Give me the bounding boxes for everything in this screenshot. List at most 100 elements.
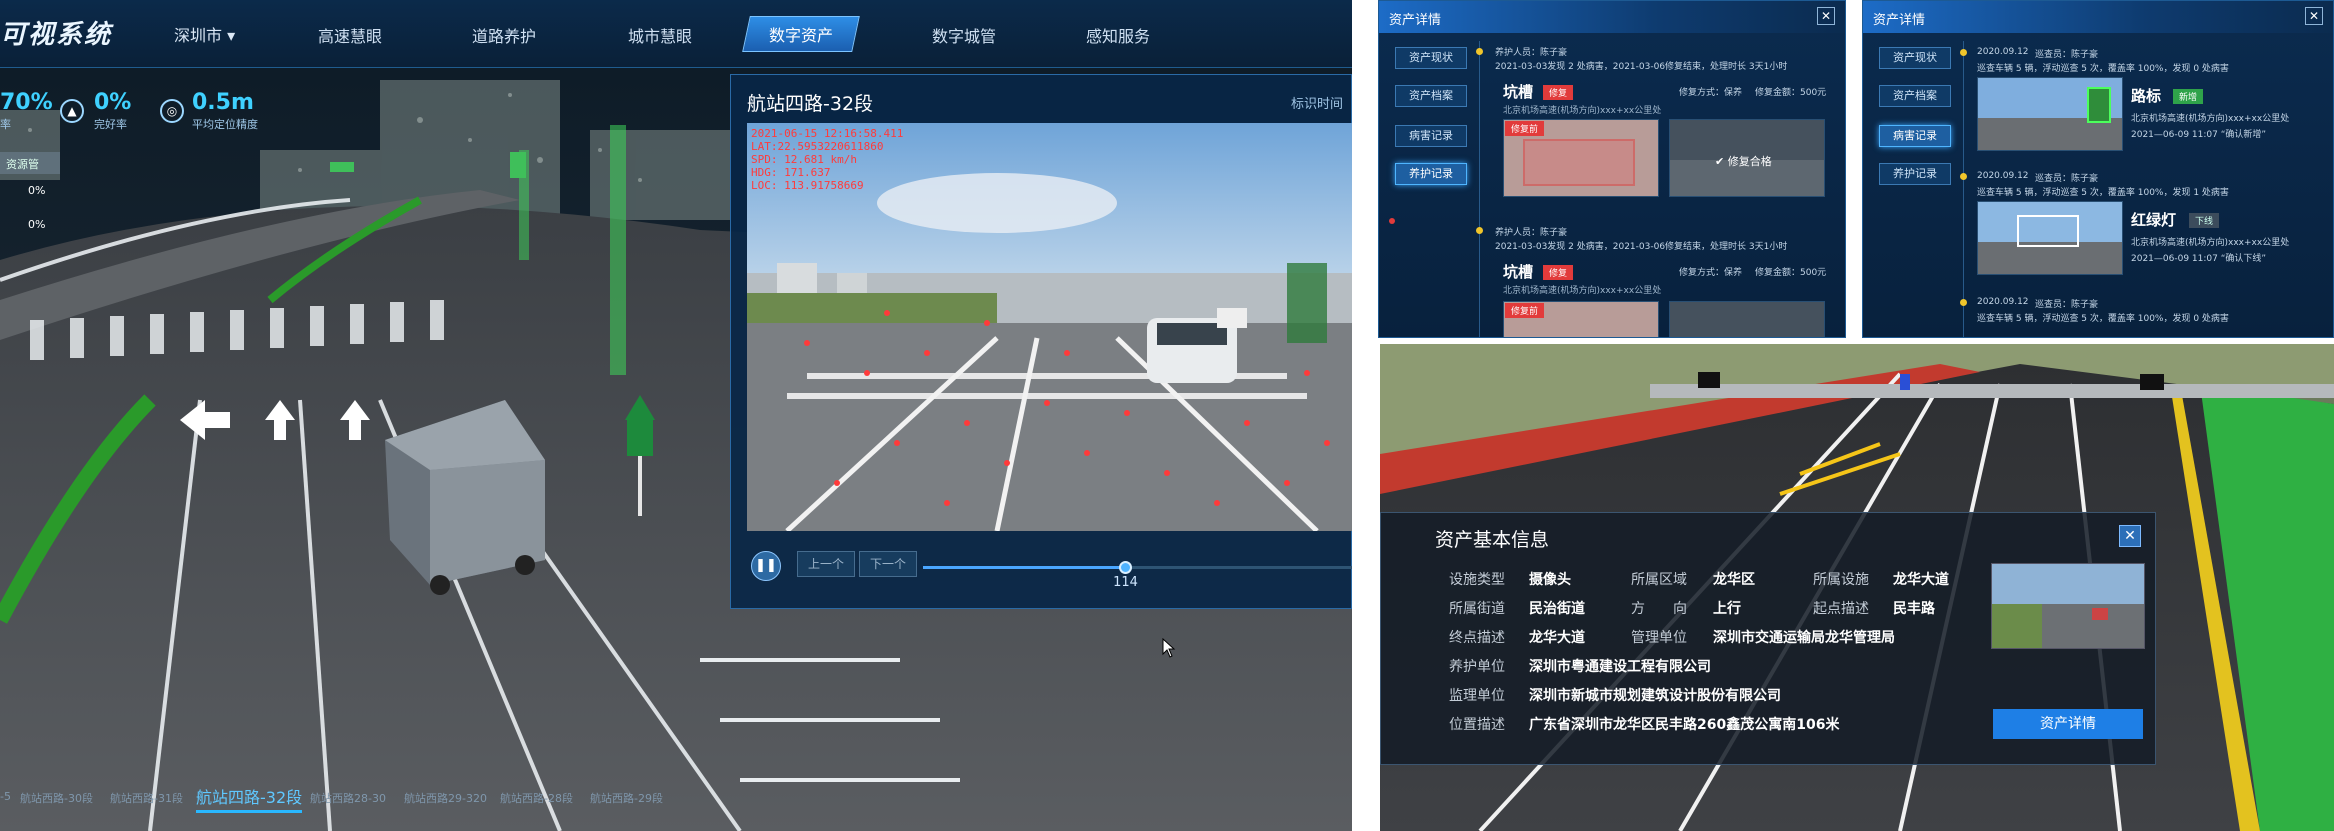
maint-tag: 修复 bbox=[1543, 85, 1574, 100]
repair-qualified: ✔ 修复合格 bbox=[1715, 153, 1772, 169]
asset-photo-traffic-light[interactable] bbox=[1977, 201, 2123, 275]
top-navigation-bar: 可视系统 深圳市 ▾ 高速慧眼 道路养护 城市慧眼 数字资产 数字城管 感知服务 bbox=[0, 0, 1352, 68]
info-label: 监理单位 bbox=[1449, 688, 1505, 704]
info-value: 龙华区 bbox=[1713, 572, 1755, 588]
maint-tag: 修复 bbox=[1543, 265, 1574, 280]
info-value: 龙华大道 bbox=[1893, 572, 1949, 588]
city-selector[interactable]: 深圳市 ▾ bbox=[174, 22, 235, 46]
nav-tab-digital-assets-label: 数字资产 bbox=[769, 26, 834, 45]
next-button[interactable]: 下一个 bbox=[859, 551, 918, 577]
timeline-dot bbox=[1960, 49, 1967, 56]
prev-button[interactable]: 上一个 bbox=[797, 551, 856, 577]
maint-cost: 修复金额：500元 bbox=[1755, 88, 1827, 98]
video-panel: 航站四路-32段 标识时间 2021-06-15 12:16:58.411 LA… bbox=[730, 74, 1352, 609]
maint-type: 坑槽 bbox=[1503, 83, 1534, 101]
mouse-cursor-icon bbox=[1162, 638, 1176, 658]
timeline-item[interactable]: 航站西路-29段 bbox=[590, 790, 663, 806]
tab-maintenance-record[interactable]: 养护记录 bbox=[1395, 163, 1467, 185]
video-title: 航站四路-32段 bbox=[747, 93, 874, 115]
progress-fill bbox=[923, 566, 1126, 569]
overlay-line: 2021-06-15 12:16:58.411 bbox=[751, 127, 904, 140]
overlay-line: LOC: 113.91758669 bbox=[751, 179, 864, 192]
tab-damage-record[interactable]: 病害记录 bbox=[1395, 125, 1467, 147]
nav-tab-highway[interactable]: 高速慧眼 bbox=[318, 23, 382, 47]
timeline-item[interactable]: 航站西路29-320 bbox=[404, 790, 487, 806]
tab-maintenance-record[interactable]: 养护记录 bbox=[1879, 163, 1951, 185]
stat-accuracy-value: 0.5m bbox=[192, 90, 254, 115]
gps-overlay: 2021-06-15 12:16:58.411 LAT:22.595322061… bbox=[751, 127, 903, 192]
timeline-divider bbox=[1479, 41, 1480, 337]
damage-date: 2020.09.12 bbox=[1977, 297, 2029, 307]
maint-person: 养护人员：陈子豪 bbox=[1495, 228, 1568, 238]
info-value: 上行 bbox=[1713, 601, 1741, 617]
asset-detail-button[interactable]: 资产详情 bbox=[1993, 709, 2143, 739]
close-icon[interactable]: ✕ bbox=[1817, 7, 1835, 25]
stat-accuracy-label: 平均定位精度 bbox=[192, 118, 258, 131]
timeline-item[interactable]: 航站西路28-30 bbox=[310, 790, 386, 806]
side-pct-1: 0% bbox=[28, 184, 46, 197]
close-icon[interactable]: ✕ bbox=[2305, 7, 2323, 25]
progress-slider[interactable] bbox=[923, 561, 1352, 574]
video-time-label: 标识时间 bbox=[1290, 97, 1343, 112]
check-icon: ✔ bbox=[1715, 155, 1728, 168]
damage-line: 巡查车辆 5 辆，浮动巡查 5 次，覆盖率 100%，发现 1 处病害 bbox=[1977, 188, 2229, 198]
info-value: 深圳市新城市规划建筑设计股份有限公司 bbox=[1529, 688, 1781, 704]
info-label: 管理单位 bbox=[1631, 630, 1687, 646]
tab-asset-archive[interactable]: 资产档案 bbox=[1395, 85, 1467, 107]
camera-snapshot[interactable] bbox=[1991, 563, 2145, 649]
before-repair-tag: 修复前 bbox=[1505, 303, 1545, 318]
info-value: 深圳市交通运输局龙华管理局 bbox=[1713, 630, 1895, 646]
maint-method: 修复方式：保养 bbox=[1679, 268, 1743, 278]
info-label: 终点描述 bbox=[1449, 630, 1505, 646]
after-repair-photo[interactable] bbox=[1669, 301, 1825, 337]
nav-tab-city-eye[interactable]: 城市慧眼 bbox=[628, 23, 692, 47]
point-cloud-view: 可视系统 深圳市 ▾ 高速慧眼 道路养护 城市慧眼 数字资产 数字城管 感知服务… bbox=[0, 0, 1352, 831]
tab-asset-status[interactable]: 资产现状 bbox=[1395, 47, 1467, 69]
before-repair-tag: 修复前 bbox=[1505, 121, 1545, 136]
panel-header: 资产详情 ✕ bbox=[1863, 1, 2333, 33]
info-label: 所属设施 bbox=[1813, 572, 1869, 588]
asset-detail-panel-damage: 资产详情 ✕ 资产现状 资产档案 病害记录 养护记录 2020.09.12 巡查… bbox=[1862, 0, 2334, 338]
timeline-item[interactable]: 航站西路-30段 bbox=[20, 790, 93, 806]
panel-header: 资产详情 ✕ bbox=[1379, 1, 1845, 33]
tab-asset-status[interactable]: 资产现状 bbox=[1879, 47, 1951, 69]
info-title: 资产基本信息 bbox=[1435, 529, 1550, 551]
timeline-item[interactable]: -5 bbox=[0, 790, 11, 803]
asset-addr: 北京机场高速(机场方向)xxx+xx公里处 bbox=[2131, 114, 2290, 124]
timeline-dot bbox=[1960, 173, 1967, 180]
maint-person: 养护人员：陈子豪 bbox=[1495, 48, 1568, 58]
maint-addr: 北京机场高速(机场方向)xxx+xx公里处 bbox=[1503, 106, 1662, 116]
warning-icon: ▲ bbox=[60, 99, 84, 123]
asset-addr: 北京机场高速(机场方向)xxx+xx公里处 bbox=[2131, 238, 2290, 248]
nav-tab-digital-assets[interactable]: 数字资产 bbox=[742, 16, 860, 52]
damage-line: 巡查车辆 5 辆，浮动巡查 5 次，覆盖率 100%，发现 0 处病害 bbox=[1977, 64, 2229, 74]
info-label: 位置描述 bbox=[1449, 717, 1505, 733]
asset-photo-road-sign[interactable] bbox=[1977, 77, 2123, 151]
asset-name: 路标 bbox=[2131, 87, 2162, 105]
nav-tab-digital-city[interactable]: 数字城管 bbox=[932, 23, 996, 47]
asset-time: 2021—06-09 11:07 “确认新增” bbox=[2131, 130, 2267, 140]
close-icon[interactable]: ✕ bbox=[2119, 525, 2141, 547]
timeline-divider bbox=[1963, 41, 1964, 337]
info-label: 养护单位 bbox=[1449, 659, 1505, 675]
timeline-item[interactable]: 航站西路-28段 bbox=[500, 790, 573, 806]
overlay-line: HDG: 171.637 bbox=[751, 166, 831, 179]
pause-button[interactable]: ❚❚ bbox=[751, 551, 781, 581]
nav-tab-perception[interactable]: 感知服务 bbox=[1086, 23, 1150, 47]
marker-dot bbox=[1389, 218, 1395, 224]
asset-detail-panel-maintenance: 资产详情 ✕ 资产现状 资产档案 病害记录 养护记录 养护人员：陈子豪 2021… bbox=[1378, 0, 1846, 338]
timeline-item[interactable]: 航站西路-31段 bbox=[110, 790, 183, 806]
nav-tab-road-maintenance[interactable]: 道路养护 bbox=[472, 23, 536, 47]
city-label: 深圳市 bbox=[174, 26, 223, 45]
tab-asset-archive[interactable]: 资产档案 bbox=[1879, 85, 1951, 107]
progress-knob[interactable] bbox=[1119, 561, 1133, 574]
damage-date: 2020.09.12 bbox=[1977, 47, 2029, 57]
stat-intact-value: 0% bbox=[94, 90, 132, 115]
tab-damage-record[interactable]: 病害记录 bbox=[1879, 125, 1951, 147]
maint-line: 2021-03-03发现 2 处病害，2021-03-06修复结束，处理时长 3… bbox=[1495, 242, 1788, 252]
maint-line: 2021-03-03发现 2 处病害，2021-03-06修复结束，处理时长 3… bbox=[1495, 62, 1788, 72]
timeline-item-active[interactable]: 航站四路-32段 bbox=[196, 784, 303, 813]
panel-title: 资产详情 bbox=[1873, 13, 1926, 28]
target-icon: ◎ bbox=[160, 99, 184, 123]
asset-name: 红绿灯 bbox=[2131, 211, 2177, 229]
